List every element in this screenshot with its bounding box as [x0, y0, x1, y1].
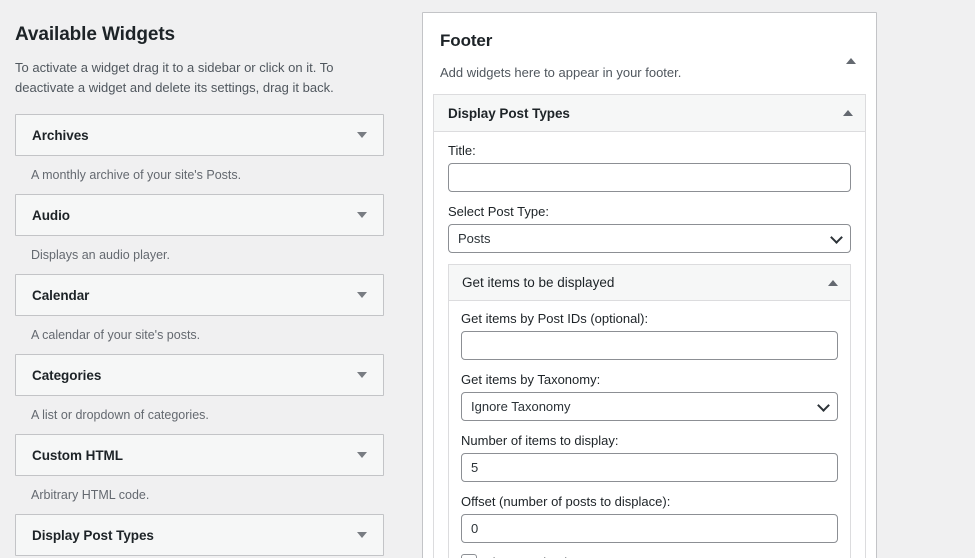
triangle-up-icon[interactable]	[842, 37, 860, 64]
sidebar-widget-title: Display Post Types	[448, 105, 570, 121]
offset-field-label: Offset (number of posts to displace):	[461, 494, 671, 509]
widget-archives-description: A monthly archive of your site's Posts.	[31, 168, 242, 182]
widget-calendar-label: Calendar	[32, 287, 90, 303]
chevron-down-icon[interactable]	[357, 452, 367, 458]
available-widgets-column: Available Widgets To activate a widget d…	[0, 0, 400, 558]
widget-calendar[interactable]: Calendar	[15, 274, 384, 316]
widget-audio[interactable]: Audio	[15, 194, 384, 236]
post-type-select-wrapper: Posts	[448, 224, 851, 253]
sidebar-widget-display-post-types: Display Post Types Title: Select Post Ty…	[433, 94, 866, 558]
sidebar-widget-header[interactable]: Display Post Types	[434, 95, 865, 132]
available-widgets-description: To activate a widget drag it to a sideba…	[15, 60, 334, 95]
post-ids-input[interactable]	[461, 331, 838, 360]
offset-input[interactable]	[461, 514, 838, 543]
chevron-down-icon[interactable]	[357, 532, 367, 538]
widget-categories-label: Categories	[32, 367, 102, 383]
title-input[interactable]	[448, 163, 851, 192]
chevron-down-icon[interactable]	[357, 212, 367, 218]
post-type-select[interactable]: Posts	[448, 224, 851, 253]
footer-panel-description: Add widgets here to appear in your foote…	[440, 65, 682, 80]
widget-calendar-description: A calendar of your site's posts.	[31, 328, 201, 342]
get-items-panel-label: Get items to be displayed	[462, 275, 615, 290]
triangle-up-icon[interactable]	[828, 279, 838, 286]
show-pagination-row: Show Pagination:	[461, 554, 838, 558]
footer-panel-title: Footer	[440, 31, 493, 50]
widget-categories[interactable]: Categories	[15, 354, 384, 396]
widget-archives-label: Archives	[32, 127, 89, 143]
get-items-panel-header[interactable]: Get items to be displayed	[449, 265, 850, 301]
chevron-down-icon[interactable]	[357, 292, 367, 298]
chevron-down-icon[interactable]	[357, 132, 367, 138]
show-pagination-label[interactable]: Show Pagination:	[484, 555, 585, 558]
number-of-items-input[interactable]	[461, 453, 838, 482]
chevron-down-icon[interactable]	[357, 372, 367, 378]
footer-panel-header: Footer Add widgets here to appear in you…	[423, 13, 876, 82]
widget-display-post-types[interactable]: Display Post Types	[15, 514, 384, 556]
sidebar-widget-body: Title: Select Post Type: Posts Get items…	[434, 132, 865, 558]
get-items-panel-body: Get items by Post IDs (optional): Get it…	[449, 301, 850, 558]
get-items-panel: Get items to be displayed Get items by P…	[448, 264, 851, 558]
taxonomy-select[interactable]: Ignore Taxonomy	[461, 392, 838, 421]
number-of-items-field-label: Number of items to display:	[461, 433, 619, 448]
taxonomy-field-label: Get items by Taxonomy:	[461, 372, 601, 387]
widget-display-post-types-label: Display Post Types	[32, 527, 154, 543]
widget-audio-description: Displays an audio player.	[31, 248, 170, 262]
title-field-label: Title:	[448, 143, 476, 158]
widget-custom-html[interactable]: Custom HTML	[15, 434, 384, 476]
triangle-up-icon[interactable]	[843, 110, 853, 116]
post-ids-field-label: Get items by Post IDs (optional):	[461, 311, 649, 326]
show-pagination-checkbox[interactable]	[461, 554, 477, 558]
widget-categories-description: A list or dropdown of categories.	[31, 408, 209, 422]
footer-sidebar-panel: Footer Add widgets here to appear in you…	[422, 12, 877, 558]
widget-custom-html-label: Custom HTML	[32, 447, 123, 463]
post-type-field-label: Select Post Type:	[448, 204, 549, 219]
widget-audio-label: Audio	[32, 207, 70, 223]
page-title: Available Widgets	[15, 24, 176, 45]
widgets-admin-screen: Available Widgets To activate a widget d…	[0, 0, 975, 558]
taxonomy-select-wrapper: Ignore Taxonomy	[461, 392, 838, 421]
widget-custom-html-description: Arbitrary HTML code.	[31, 488, 150, 502]
widget-archives[interactable]: Archives	[15, 114, 384, 156]
